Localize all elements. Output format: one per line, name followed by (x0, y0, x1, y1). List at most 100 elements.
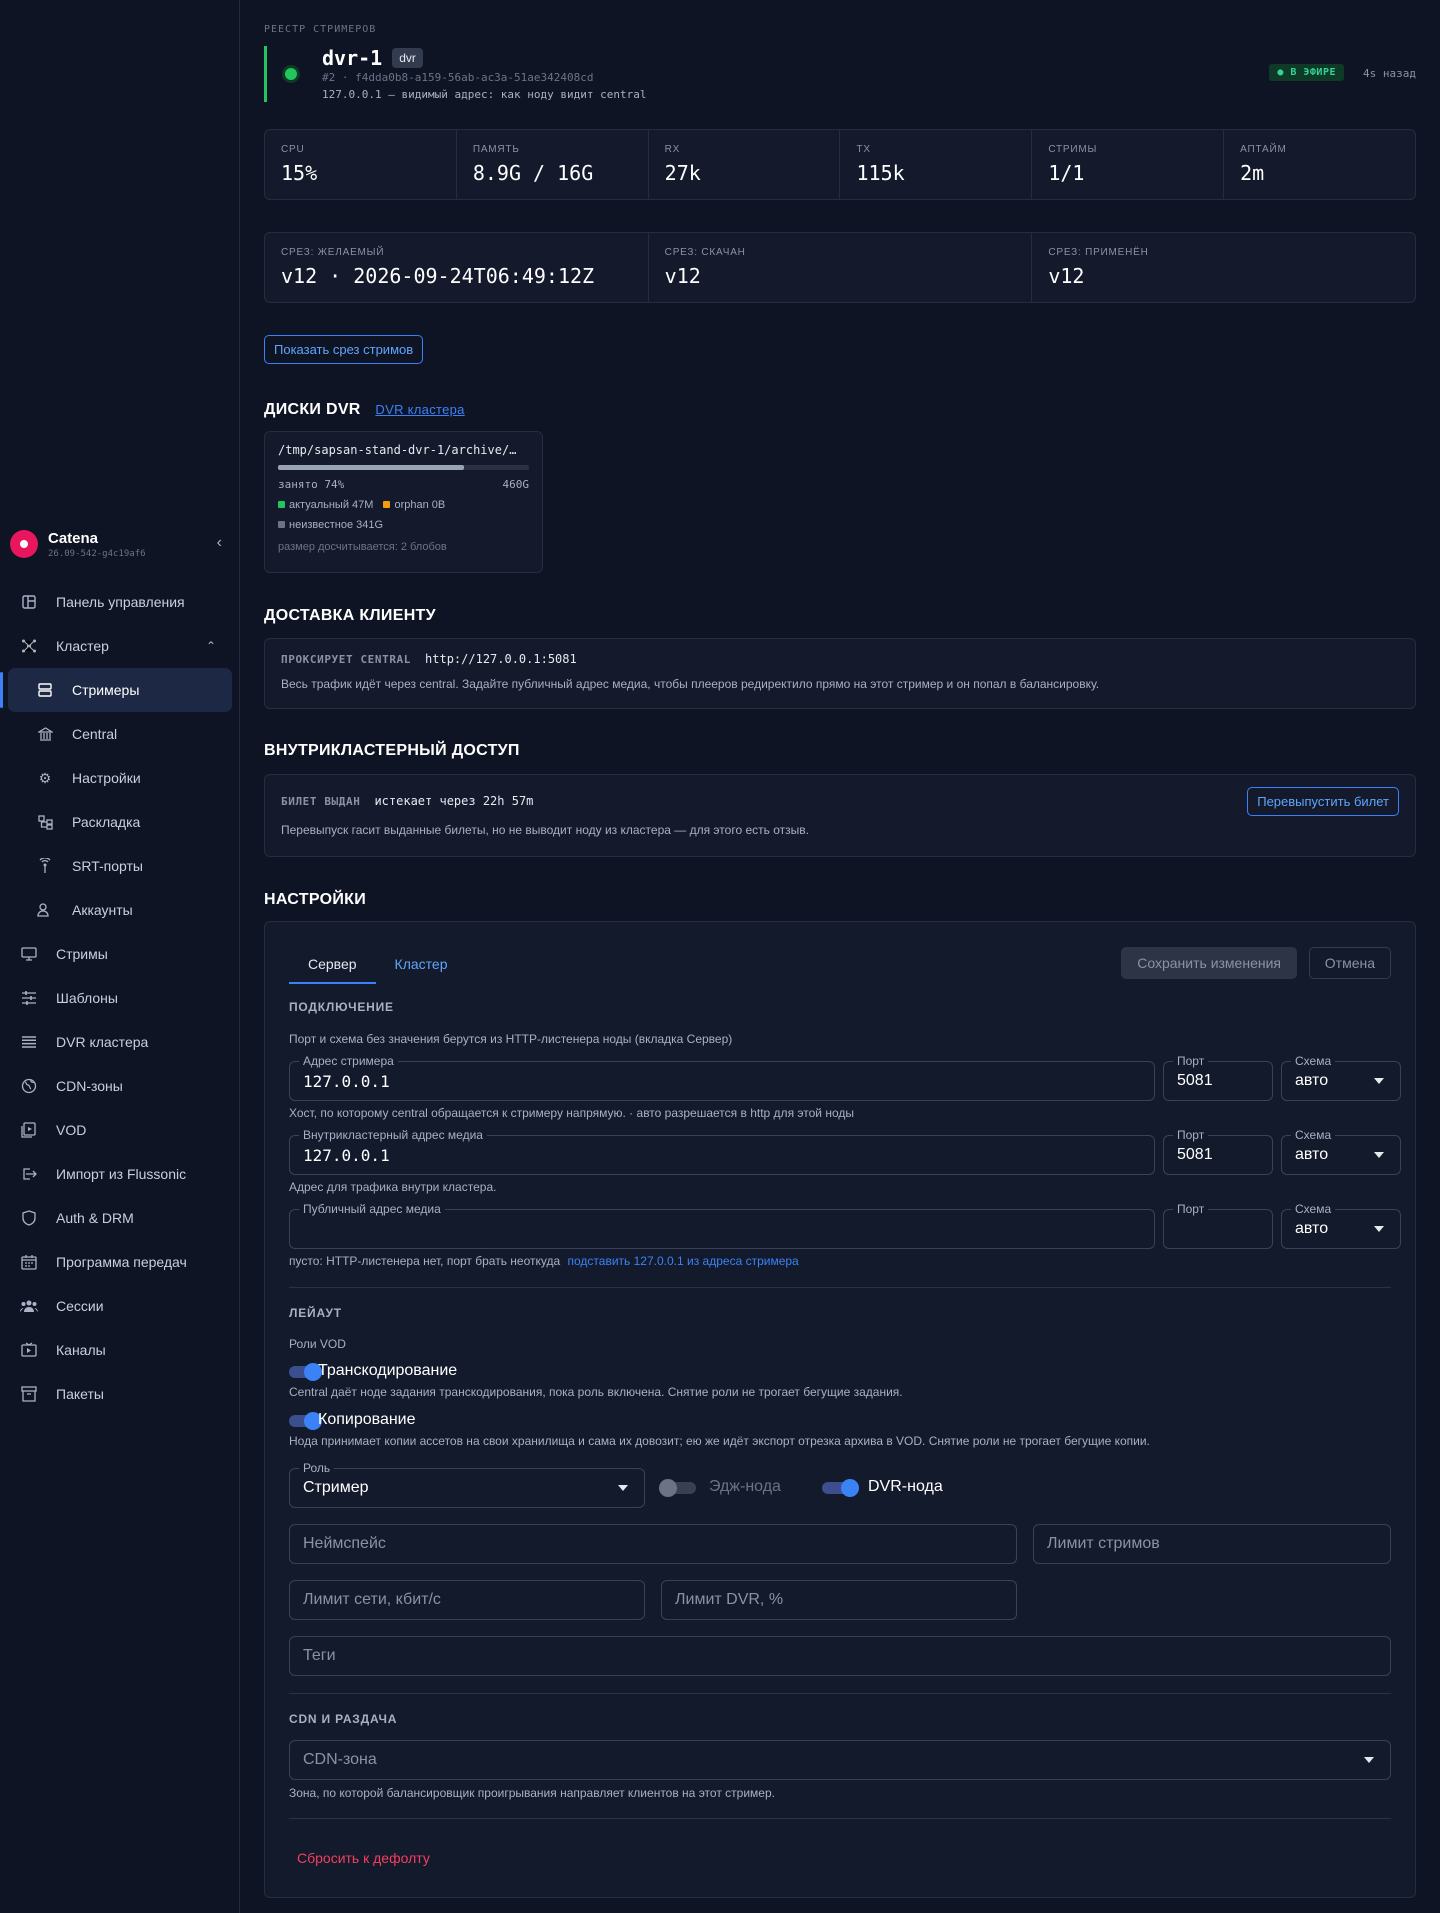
reset-defaults-button[interactable]: Сбросить к дефолту (297, 1850, 430, 1866)
nav-channels[interactable]: Каналы (8, 1328, 232, 1372)
reissue-ticket-button[interactable]: Перевыпустить билет (1247, 787, 1399, 816)
nav-templates[interactable]: Шаблоны (8, 976, 232, 1020)
page-title: dvr-1 (322, 46, 383, 70)
import-icon (20, 1165, 38, 1183)
collapse-sidebar-icon[interactable]: ‹ (217, 534, 222, 552)
scheme-select-3[interactable]: Схема авто (1281, 1202, 1401, 1249)
last-seen: 4s назад (1363, 67, 1416, 80)
streamer-address-field[interactable]: Адрес стримера 127.0.0.1 (289, 1054, 1155, 1101)
bank-icon (36, 725, 54, 743)
nav-settings[interactable]: ⚙ Настройки (8, 756, 232, 800)
stat-streams: СТРИМЫ 1/1 (1032, 130, 1225, 199)
internal-address-field[interactable]: Внутрикластерный адрес медиа 127.0.0.1 (289, 1128, 1155, 1175)
transcode-desc: Central даёт ноде задания транскодирован… (289, 1385, 903, 1399)
disk-usage-bar (278, 465, 529, 470)
field-label: Порт (1173, 1128, 1209, 1142)
role-select[interactable]: Роль Стример (289, 1461, 645, 1508)
divider (289, 1693, 1391, 1694)
stat-label: СРЕЗ: ЖЕЛАЕМЫЙ (281, 247, 385, 258)
nav-label: Импорт из Flussonic (56, 1166, 187, 1182)
stats-panel: CPU 15% ПАМЯТЬ 8.9G / 16G RX 27k TX 115k СТР… (264, 129, 1416, 200)
streamer-header: dvr-1 dvr #2 · f4dda0b8-a159-56ab-ac3a-51… (264, 46, 1416, 102)
copy-toggle[interactable] (289, 1412, 322, 1430)
nav-dvr[interactable]: DVR кластера (8, 1020, 232, 1064)
cancel-button[interactable]: Отмена (1308, 947, 1391, 979)
scheme-select-2[interactable]: Схема авто (1281, 1128, 1401, 1175)
stat-label: АПТАЙМ (1240, 144, 1287, 155)
port-field-3[interactable]: Порт (1163, 1202, 1273, 1249)
show-slice-button[interactable]: Показать срез стримов (264, 335, 424, 364)
field-label: Внутрикластерный адрес медиа (299, 1128, 487, 1142)
nav-srt[interactable]: SRT-порты (8, 844, 232, 888)
disk-path: /tmp/sapsan-stand-dvr-1/archive/… (278, 443, 517, 457)
nav-streams[interactable]: Стримы (8, 932, 232, 976)
nav-layout[interactable]: Раскладка (8, 800, 232, 844)
layout-title: ЛЕЙАУТ (289, 1306, 342, 1320)
nav-label: Сессии (56, 1298, 104, 1314)
cdn-zone-select[interactable]: CDN-зона (289, 1740, 1391, 1780)
server-icon (36, 681, 54, 699)
tab-cluster[interactable]: Кластер (376, 946, 467, 984)
slice-downloaded: СРЕЗ: СКАЧАН v12 (649, 233, 1033, 302)
stat-memory: ПАМЯТЬ 8.9G / 16G (457, 130, 649, 199)
nav-epg[interactable]: Программа передач (8, 1240, 232, 1284)
catena-logo (10, 530, 38, 558)
nav-central[interactable]: Central (8, 712, 232, 756)
namespace-field[interactable]: Неймспейс (289, 1524, 1017, 1564)
sliders-icon (20, 989, 38, 1007)
gear-icon: ⚙ (38, 769, 52, 786)
dvr-limit-field[interactable]: Лимит DVR, % (661, 1580, 1017, 1620)
stat-label: СТРИМЫ (1048, 144, 1098, 155)
film-icon (20, 1121, 38, 1139)
delivery-card: ПРОКСИРУЕТ CENTRAL http://127.0.0.1:5081 … (264, 638, 1416, 709)
connection-title: ПОДКЛЮЧЕНИЕ (289, 1000, 394, 1014)
connection-hint: Порт и схема без значения берутся из HTT… (289, 1032, 733, 1046)
stream-limit-field[interactable]: Лимит стримов (1033, 1524, 1391, 1564)
public-address-field[interactable]: Публичный адрес медиа (289, 1202, 1155, 1249)
dvr-cluster-link[interactable]: DVR кластера (375, 402, 464, 417)
substitute-address-link[interactable]: подставить 127.0.0.1 из адреса стримера (568, 1254, 799, 1268)
vod-roles-label: Роли VOD (289, 1337, 346, 1351)
edge-node-label: Эдж-нода (709, 1478, 781, 1495)
live-badge: ● В ЭФИРЕ (1269, 64, 1344, 81)
transcode-toggle[interactable] (289, 1363, 322, 1381)
section-title: ДИСКИ DVR (264, 401, 361, 418)
nav-label: Пакеты (56, 1386, 104, 1402)
nav-auth[interactable]: Auth & DRM (8, 1196, 232, 1240)
legend-label: orphan 0B (394, 499, 446, 511)
net-limit-field[interactable]: Лимит сети, кбит/с (289, 1580, 645, 1620)
port-field-2[interactable]: Порт 5081 (1163, 1128, 1273, 1175)
field-label: Адрес стримера (299, 1054, 398, 1068)
divider (289, 1818, 1391, 1819)
nav-accounts[interactable]: Аккаунты (8, 888, 232, 932)
nav-dashboard[interactable]: Панель управления (8, 580, 232, 624)
scheme-select-1[interactable]: Схема авто (1281, 1054, 1401, 1101)
field-placeholder: Лимит сети, кбит/с (303, 1591, 441, 1608)
nav-vod[interactable]: VOD (8, 1108, 232, 1152)
stat-tx: TX 115k (840, 130, 1033, 199)
nav-packages[interactable]: Пакеты (8, 1372, 232, 1416)
nav-import[interactable]: Импорт из Flussonic (8, 1152, 232, 1196)
globe-icon (20, 1077, 38, 1095)
edge-node-toggle[interactable] (659, 1479, 696, 1497)
dvr-node-toggle[interactable] (822, 1479, 859, 1497)
nav-cluster[interactable]: Кластер ⌃ (8, 624, 232, 668)
caret-down-icon (1374, 1226, 1384, 1232)
caret-down-icon (1374, 1152, 1384, 1158)
tab-server[interactable]: Сервер (289, 946, 376, 984)
nav-label: Настройки (72, 770, 141, 786)
save-button[interactable]: Сохранить изменения (1121, 947, 1297, 979)
field-label: Схема (1291, 1202, 1336, 1216)
stat-value: 1/1 (1048, 161, 1085, 185)
status-dot (285, 68, 297, 80)
access-title: ВНУТРИКЛАСТЕРНЫЙ ДОСТУП (264, 742, 520, 759)
field-label: Порт (1173, 1054, 1209, 1068)
port-field-1[interactable]: Порт 5081 (1163, 1054, 1273, 1101)
nav-streamers[interactable]: Стримеры (0, 668, 232, 712)
cdn-title: CDN И РАЗДАЧА (289, 1712, 398, 1726)
nav-sessions[interactable]: Сессии (8, 1284, 232, 1328)
nav-cdn[interactable]: CDN-зоны (8, 1064, 232, 1108)
field-value: 127.0.0.1 (303, 1146, 390, 1165)
tags-field[interactable]: Теги (289, 1636, 1391, 1676)
tv-icon (20, 1341, 38, 1359)
